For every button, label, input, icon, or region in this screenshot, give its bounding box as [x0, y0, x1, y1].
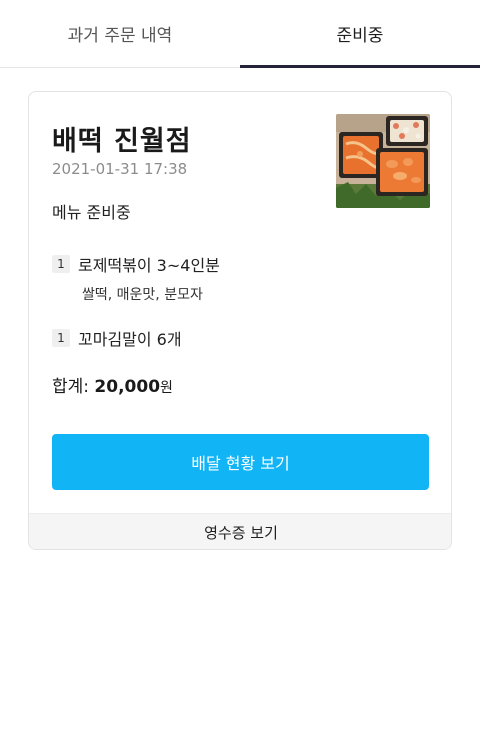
order-status: 메뉴 준비중	[52, 203, 131, 222]
tab-preparing[interactable]: 준비중	[240, 0, 480, 68]
order-item: 1 꼬마김말이 6개	[52, 326, 182, 350]
order-card: 배떡 진월점 2021-01-31 17:38 메뉴 준비중 1 로제떡볶이 3…	[28, 91, 452, 550]
order-total: 합계: 20,000원	[52, 372, 173, 397]
item-options: 쌀떡, 매운맛, 분모자	[82, 287, 203, 303]
total-amount: 20,000	[94, 377, 161, 397]
total-unit: 원	[160, 380, 173, 396]
total-label: 합계:	[52, 377, 90, 397]
tab-past-orders[interactable]: 과거 주문 내역	[0, 0, 240, 67]
delivery-status-button[interactable]: 배달 현황 보기	[52, 434, 429, 490]
item-quantity: 1	[52, 329, 70, 347]
tteokbokki-image	[336, 114, 430, 208]
item-quantity: 1	[52, 255, 70, 273]
order-item: 1 로제떡볶이 3~4인분	[52, 252, 220, 276]
store-name[interactable]: 배떡 진월점	[52, 119, 192, 158]
order-date: 2021-01-31 17:38	[52, 160, 188, 178]
item-name: 꼬마김말이 6개	[78, 330, 182, 349]
food-thumbnail	[336, 114, 430, 208]
order-tabs: 과거 주문 내역 준비중	[0, 0, 480, 68]
item-name: 로제떡볶이 3~4인분	[78, 256, 220, 275]
receipt-button[interactable]: 영수증 보기	[29, 513, 451, 549]
